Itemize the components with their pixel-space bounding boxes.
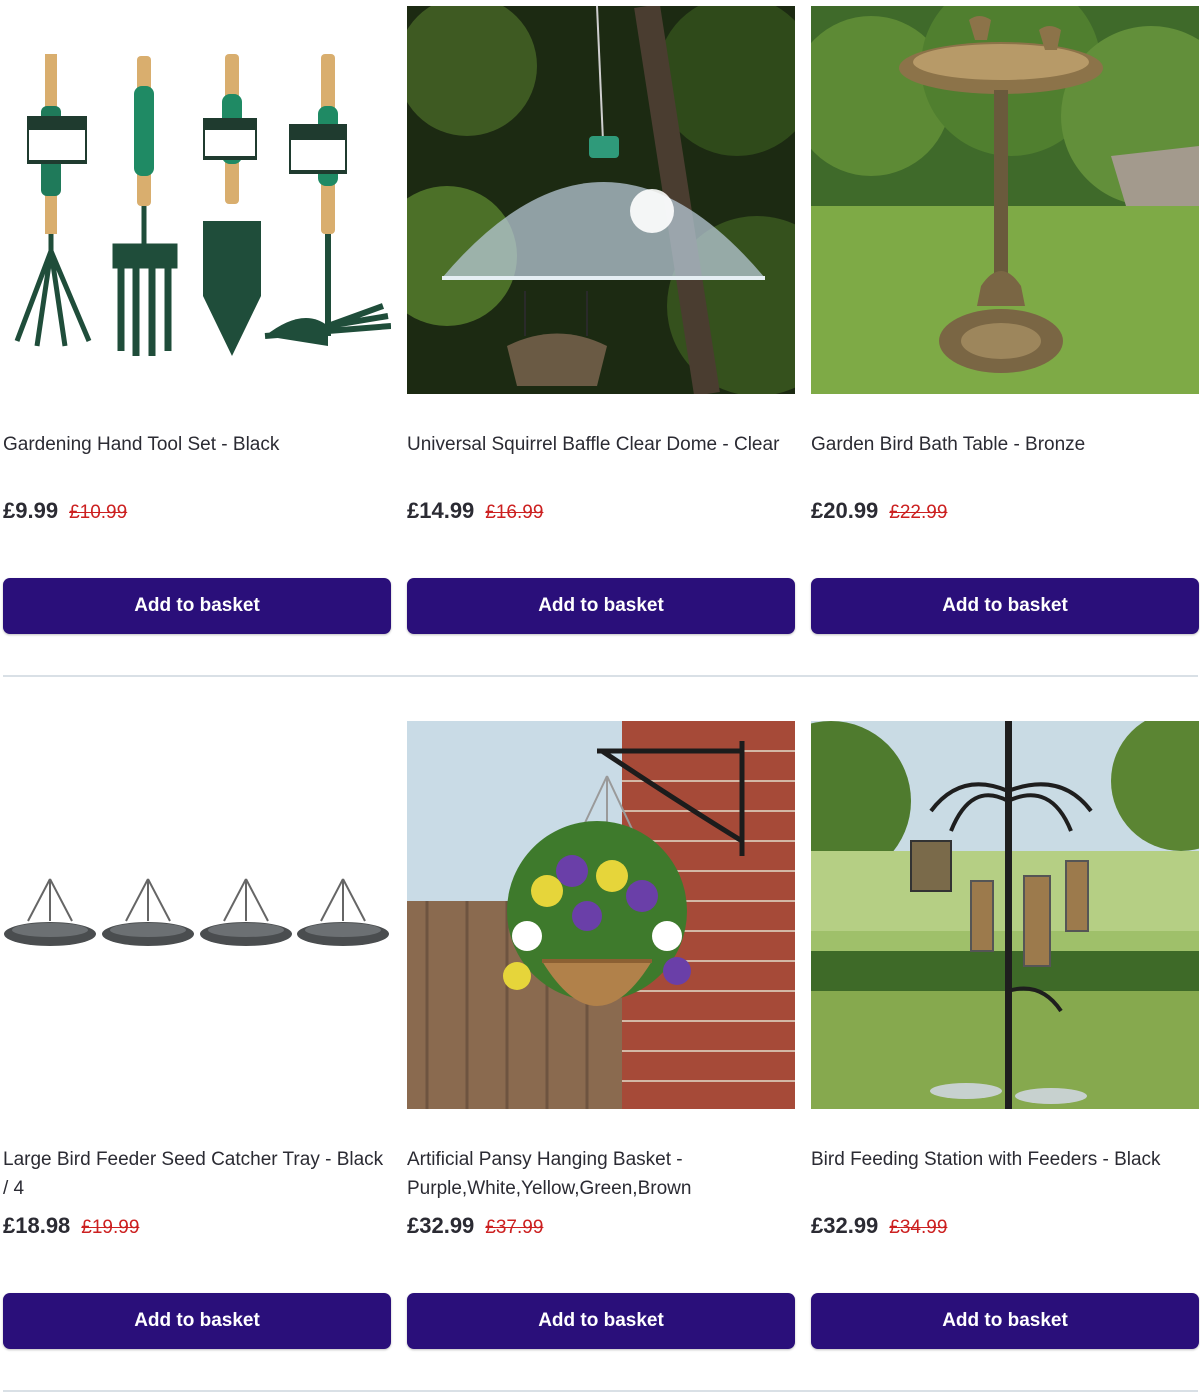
product-title[interactable]: Large Bird Feeder Seed Catcher Tray - Bl… [3,1145,391,1203]
original-price: £37.99 [485,1217,544,1238]
product-row: Gardening Hand Tool Set - Black £9.99 £1… [0,0,1200,680]
product-image[interactable] [811,721,1199,1109]
price-block: £9.99 £10.99 [3,498,391,530]
current-price: £20.99 [811,498,879,523]
current-price: £32.99 [407,1213,475,1238]
product-image[interactable] [407,6,795,394]
product-row: Large Bird Feeder Seed Catcher Tray - Bl… [0,715,1200,1395]
product-title[interactable]: Gardening Hand Tool Set - Black [3,430,391,459]
price-block: £14.99 £16.99 [407,498,795,530]
row-divider [3,1390,1198,1392]
squirrel-baffle-dome-image [407,6,795,394]
original-price: £16.99 [485,502,544,523]
add-to-basket-button[interactable]: Add to basket [407,578,795,634]
product-title[interactable]: Universal Squirrel Baffle Clear Dome - C… [407,430,795,459]
product-title[interactable]: Bird Feeding Station with Feeders - Blac… [811,1145,1199,1174]
add-to-basket-button[interactable]: Add to basket [3,1293,391,1349]
hand-tool-set-image [3,6,391,394]
current-price: £32.99 [811,1213,879,1238]
bird-bath-table-image [811,6,1199,394]
price-block: £20.99 £22.99 [811,498,1199,530]
price-block: £32.99 £34.99 [811,1213,1199,1245]
current-price: £18.98 [3,1213,71,1238]
current-price: £14.99 [407,498,475,523]
product-image[interactable] [811,6,1199,394]
original-price: £10.99 [69,502,128,523]
add-to-basket-button[interactable]: Add to basket [811,1293,1199,1349]
bird-feeding-station-image [811,721,1199,1109]
product-title[interactable]: Garden Bird Bath Table - Bronze [811,430,1199,459]
add-to-basket-button[interactable]: Add to basket [3,578,391,634]
current-price: £9.99 [3,498,59,523]
original-price: £22.99 [889,502,948,523]
product-image[interactable] [407,721,795,1109]
add-to-basket-button[interactable]: Add to basket [407,1293,795,1349]
product-title[interactable]: Artificial Pansy Hanging Basket - Purple… [407,1145,795,1203]
price-block: £18.98 £19.99 [3,1213,391,1245]
original-price: £19.99 [81,1217,140,1238]
add-to-basket-button[interactable]: Add to basket [811,578,1199,634]
pansy-hanging-basket-image [407,721,795,1109]
price-block: £32.99 £37.99 [407,1213,795,1245]
seed-catcher-tray-image [3,721,391,1109]
product-image[interactable] [3,6,391,394]
row-divider [3,675,1198,677]
product-image[interactable] [3,721,391,1109]
original-price: £34.99 [889,1217,948,1238]
